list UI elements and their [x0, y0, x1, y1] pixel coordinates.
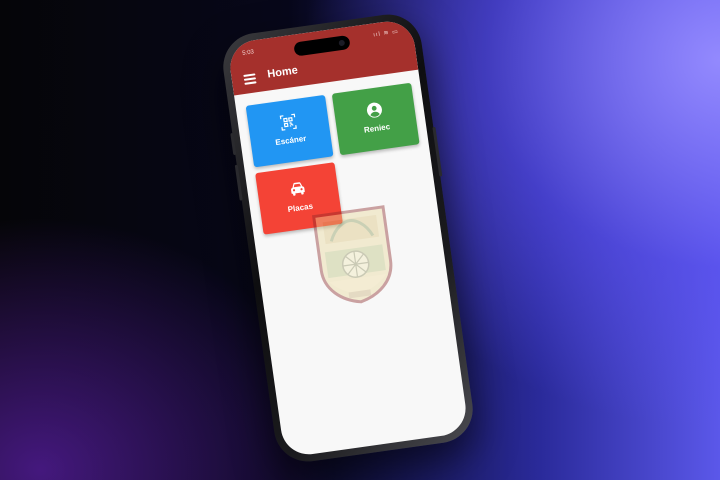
coat-of-arms-watermark [309, 203, 400, 309]
phone-mockup: 5:03 ııl ≋ ▭ Home Escáner Reniec Placas [218, 10, 478, 466]
page-title: Home [266, 64, 299, 81]
background: 5:03 ııl ≋ ▭ Home Escáner Reniec Placas [0, 0, 720, 480]
app-bar: 5:03 ııl ≋ ▭ Home [226, 18, 419, 96]
dynamic-island [293, 34, 351, 57]
status-icons: ııl ≋ ▭ [372, 28, 400, 39]
camera-icon [338, 39, 346, 47]
status-time: 5:03 [241, 49, 255, 57]
reniec-button[interactable]: Reniec [331, 82, 420, 156]
phone-screen: 5:03 ııl ≋ ▭ Home Escáner Reniec Placas [226, 18, 470, 458]
hamburger-menu-icon[interactable] [243, 73, 257, 85]
scanner-button[interactable]: Escáner [245, 94, 334, 168]
